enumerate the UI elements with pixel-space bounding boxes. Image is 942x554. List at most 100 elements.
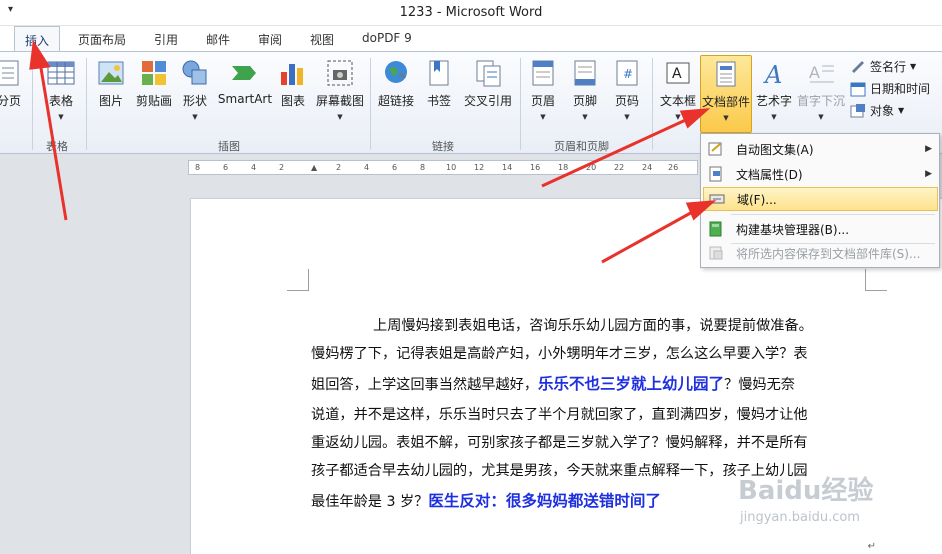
building-blocks-icon bbox=[709, 221, 722, 237]
chevron-down-icon: ▼ bbox=[818, 113, 824, 121]
group-label-links: 链接 bbox=[432, 140, 454, 153]
drop-cap-button[interactable]: A 首字下沉 ▼ bbox=[796, 58, 846, 121]
ruler-tick: 4 bbox=[364, 163, 370, 172]
menu-item-field[interactable]: 域(F)... bbox=[703, 187, 938, 211]
group-label-table: 表格 bbox=[46, 140, 68, 153]
shapes-button[interactable]: 形状 ▼ bbox=[180, 58, 210, 121]
ruler-tick: 4 bbox=[251, 163, 257, 172]
hyperlink-globe-icon bbox=[385, 61, 407, 83]
ruler-tick: 6 bbox=[392, 163, 398, 172]
menu-item-label: 构建基块管理器(B)... bbox=[736, 222, 850, 237]
baidu-watermark-url: jingyan.baidu.com bbox=[740, 510, 860, 525]
baidu-watermark-logo: Baidu经验 bbox=[738, 476, 874, 506]
text-run: 最佳年龄是 3 岁？ bbox=[311, 494, 429, 510]
ruler-tick: 22 bbox=[614, 163, 625, 172]
chart-icon bbox=[281, 64, 303, 85]
menu-separator bbox=[731, 214, 935, 215]
screenshot-button[interactable]: 屏幕截图 ▼ bbox=[314, 58, 366, 121]
chevron-down-icon: ▼ bbox=[771, 113, 777, 121]
bookmark-label: 书签 bbox=[426, 94, 451, 108]
drop-cap-icon: A bbox=[809, 63, 834, 83]
ruler-tick: 14 bbox=[502, 163, 513, 172]
text-run: 上周慢妈接到表姐电话，咨询乐乐幼儿园方面的事，说要提前做准备。 bbox=[373, 318, 813, 334]
submenu-arrow-icon: ▶ bbox=[925, 144, 932, 154]
menu-item-label: 将所选内容保存到文档部件库(S)... bbox=[736, 246, 921, 261]
cross-reference-button[interactable]: 交叉引用 bbox=[460, 58, 516, 109]
clipart-icon bbox=[142, 61, 166, 85]
smartart-icon bbox=[232, 66, 256, 80]
date-time-button[interactable]: 日期和时间 bbox=[850, 80, 930, 97]
margin-corner-mark bbox=[287, 269, 309, 291]
field-icon bbox=[709, 194, 725, 204]
paragraph-mark: ↵ bbox=[867, 541, 876, 552]
table-button[interactable]: 表格 ▼ bbox=[44, 58, 78, 121]
margin-corner-mark bbox=[865, 269, 887, 291]
table-label: 表格 bbox=[48, 94, 73, 108]
chevron-down-icon: ▼ bbox=[898, 106, 905, 115]
signature-line-button[interactable]: 签名行 ▼ bbox=[850, 58, 916, 75]
cross-reference-label: 交叉引用 bbox=[463, 94, 512, 108]
wordart-button[interactable]: A 艺术字 ▼ bbox=[754, 58, 794, 121]
title-bar: ▾ 1233 - Microsoft Word bbox=[0, 0, 942, 26]
chevron-down-icon: ▼ bbox=[910, 62, 917, 71]
page-number-icon: # bbox=[616, 60, 638, 86]
footer-button[interactable]: 页脚 ▼ bbox=[570, 58, 600, 121]
text-run: 孩子都适合早去幼儿园的，尤其是男孩，今天就来重点解释一下，孩子上幼儿园 bbox=[311, 463, 808, 479]
hyperlink-button[interactable]: 超链接 bbox=[376, 58, 416, 109]
textbox-label: 文本框 bbox=[659, 94, 696, 108]
tab-view[interactable]: 视图 bbox=[310, 31, 334, 48]
ruler-tick: 10 bbox=[446, 163, 457, 172]
separator bbox=[86, 58, 87, 150]
chevron-down-icon: ▼ bbox=[192, 113, 198, 121]
object-button[interactable]: 对象 ▼ bbox=[850, 102, 904, 119]
chevron-down-icon: ▼ bbox=[675, 113, 681, 121]
ruler-tick: 24 bbox=[642, 163, 653, 172]
submenu-arrow-icon: ▶ bbox=[925, 169, 932, 179]
clipart-button[interactable]: 剪贴画 bbox=[134, 58, 174, 109]
text-line: 说道，并不是这样，乐乐当时只去了半个月就回家了，直到满四岁，慢妈才让他 bbox=[311, 400, 867, 428]
footer-icon bbox=[574, 60, 596, 86]
ruler-tick: 8 bbox=[195, 163, 201, 172]
bookmark-icon bbox=[429, 60, 449, 86]
menu-item-label: 域(F)... bbox=[737, 192, 777, 207]
separator bbox=[652, 58, 653, 150]
svg-text:A: A bbox=[763, 61, 782, 88]
date-time-label: 日期和时间 bbox=[870, 82, 931, 96]
svg-text:A: A bbox=[809, 63, 820, 82]
page-break-icon bbox=[0, 60, 19, 86]
bookmark-button[interactable]: 书签 bbox=[424, 58, 454, 109]
menu-item-document-property[interactable]: 文档属性(D) ▶ bbox=[703, 162, 938, 186]
page-number-button[interactable]: # 页码 ▼ bbox=[612, 58, 642, 121]
ruler-tick: 2 bbox=[336, 163, 342, 172]
chevron-down-icon: ▼ bbox=[540, 113, 546, 121]
window-title: 1233 - Microsoft Word bbox=[399, 5, 543, 20]
quick-parts-button[interactable]: 文档部件 ▼ bbox=[700, 55, 752, 133]
page-break-button[interactable]: 分页 bbox=[0, 58, 24, 109]
chart-button[interactable]: 图表 bbox=[278, 58, 308, 109]
svg-text:#: # bbox=[623, 67, 633, 81]
tab-insert[interactable]: 插入 bbox=[14, 26, 61, 53]
horizontal-ruler[interactable]: 8 6 4 2 ▲ 2 4 6 8 10 12 14 16 18 20 22 2… bbox=[188, 160, 698, 175]
tab-dopdf[interactable]: doPDF 9 bbox=[362, 31, 412, 45]
footer-label: 页脚 bbox=[572, 94, 597, 108]
tab-review[interactable]: 审阅 bbox=[258, 31, 282, 48]
menu-item-building-blocks-organizer[interactable]: 构建基块管理器(B)... bbox=[703, 217, 938, 241]
menu-item-autotext[interactable]: 自动图文集(A) ▶ bbox=[703, 137, 938, 161]
header-button[interactable]: 页眉 ▼ bbox=[528, 58, 558, 121]
quick-parts-icon bbox=[716, 61, 736, 87]
tab-page-layout[interactable]: 页面布局 bbox=[78, 31, 126, 48]
chevron-down-icon: ▼ bbox=[58, 113, 64, 121]
hyperlink-label: 超链接 bbox=[377, 94, 414, 108]
text-line: 重返幼儿园。表姐不解，可别家孩子都是三岁就入学了？慢妈解释，并不是所有 bbox=[311, 428, 867, 456]
tab-mailings[interactable]: 邮件 bbox=[206, 31, 230, 48]
autotext-icon bbox=[708, 142, 722, 156]
ruler-indent-marker[interactable]: ▲ bbox=[311, 163, 317, 172]
wordart-label: 艺术字 bbox=[755, 94, 792, 108]
textbox-button[interactable]: A 文本框 ▼ bbox=[658, 58, 698, 121]
text-line: 姐回答，上学这回事当然越早越好，乐乐不也三岁就上幼儿园了？慢妈无奈 bbox=[311, 367, 867, 400]
menu-item-save-selection[interactable]: 将所选内容保存到文档部件库(S)... bbox=[703, 241, 938, 265]
tab-references[interactable]: 引用 bbox=[154, 31, 178, 48]
shapes-icon bbox=[182, 60, 207, 85]
picture-button[interactable]: 图片 bbox=[94, 58, 128, 109]
smartart-button[interactable]: SmartArt bbox=[216, 58, 274, 106]
